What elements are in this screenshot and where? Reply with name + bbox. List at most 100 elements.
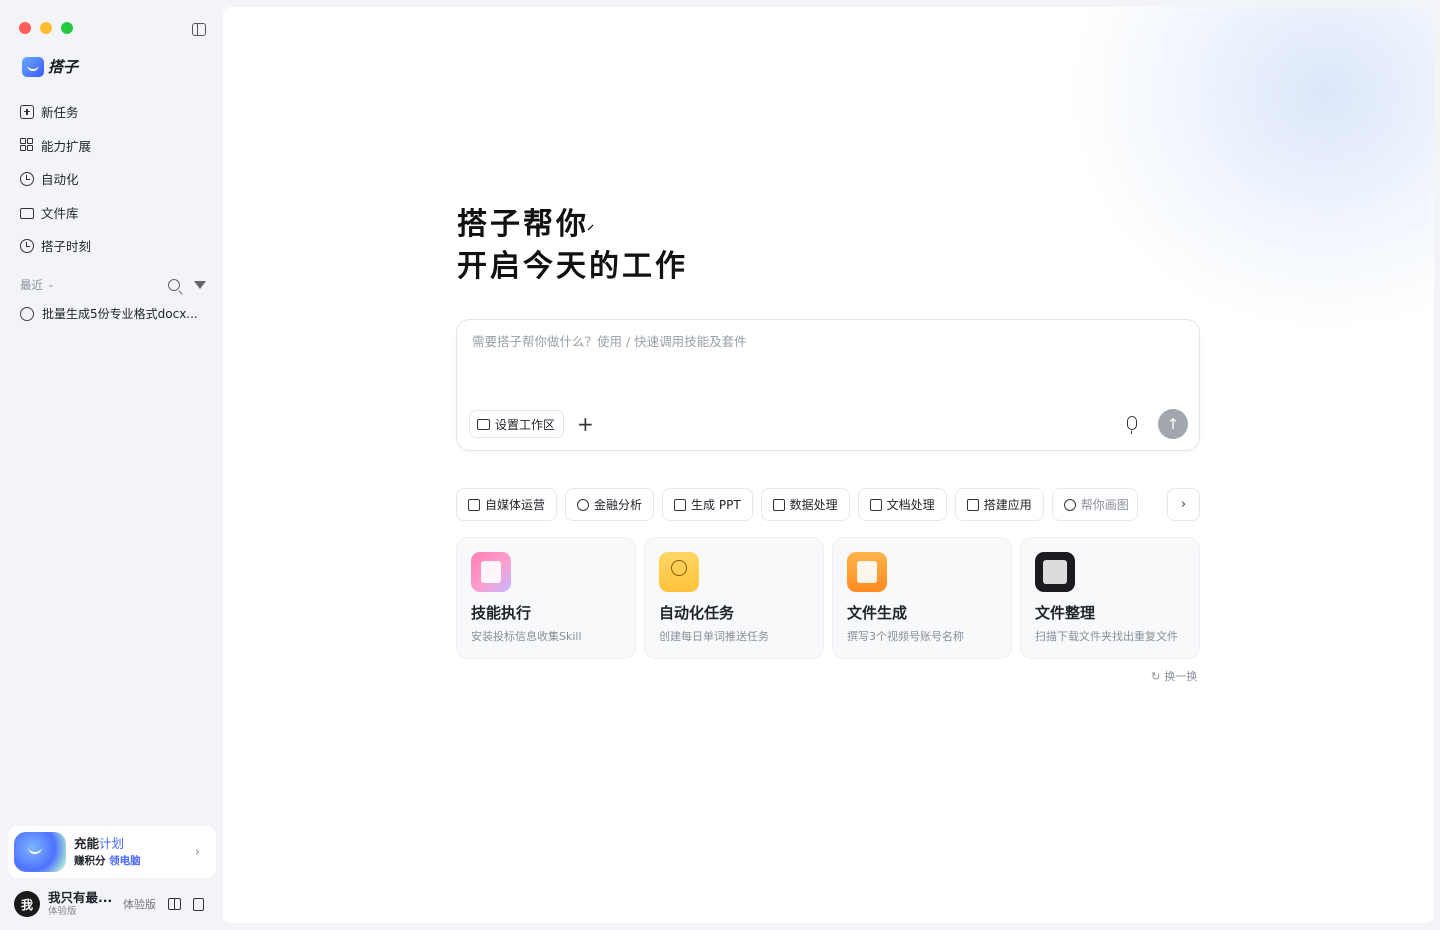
- folder-icon: [20, 207, 34, 219]
- chip-data[interactable]: 数据处理: [760, 488, 850, 521]
- chip-ppt[interactable]: 生成 PPT: [662, 488, 753, 521]
- user-bar: 我 我只有最... 体验版 体验版: [14, 890, 210, 918]
- promo-text: 充能计划 赚积分 领电脑: [74, 835, 141, 870]
- card-skill[interactable]: 技能执行 安装投标信息收集Skill: [456, 537, 636, 659]
- palette-icon: [1063, 498, 1076, 511]
- chip-label: 金融分析: [594, 498, 643, 512]
- sidebar-nav: 新任务 能力扩展 自动化 文件库 搭子时刻: [20, 95, 210, 263]
- send-button[interactable]: ↑: [1158, 409, 1188, 439]
- filter-icon[interactable]: [194, 281, 206, 289]
- chip-label: 文档处理: [886, 498, 935, 512]
- promo-sub-accent: 领电脑: [109, 854, 141, 867]
- refresh-label: 换一换: [1164, 670, 1198, 683]
- chip-app[interactable]: 搭建应用: [954, 488, 1044, 521]
- headline-line-2: 开启今天的工作: [457, 249, 688, 284]
- moments-icon: [20, 238, 34, 253]
- set-workspace-label: 设置工作区: [495, 417, 556, 432]
- skill-icon: [471, 552, 511, 592]
- refresh-suggestions-button[interactable]: ↻ 换一换: [1151, 668, 1197, 684]
- recent-item-label: 批量生成5份专业格式docx...: [42, 307, 198, 321]
- sidebar-item-label: 自动化: [41, 172, 79, 188]
- brand-name: 搭子: [48, 58, 79, 76]
- chip-label: 自媒体运营: [485, 498, 546, 512]
- user-name: 我只有最...: [48, 890, 113, 906]
- automation-clock-icon: [20, 171, 34, 186]
- card-title: 自动化任务: [659, 604, 735, 622]
- card-file-organize[interactable]: 文件整理 扫描下载文件夹找出重复文件: [1020, 537, 1200, 659]
- chip-label: 数据处理: [789, 498, 838, 512]
- sidebar-item-label: 能力扩展: [41, 138, 92, 154]
- card-subtitle: 扫描下载文件夹找出重复文件: [1035, 630, 1178, 643]
- brand-logo: 搭子: [22, 56, 78, 77]
- sidebar: 搭子 新任务 能力扩展 自动化 文件库 搭子时刻 最近 ⌄ 批量生成5份专业格式…: [0, 0, 222, 930]
- chip-draw[interactable]: 帮你画图: [1051, 488, 1138, 521]
- microphone-icon[interactable]: [1127, 416, 1137, 434]
- recent-label[interactable]: 最近: [20, 277, 43, 293]
- ppt-icon: [674, 498, 687, 511]
- sidebar-item-label: 搭子时刻: [41, 239, 92, 255]
- close-window-button[interactable]: [19, 22, 31, 34]
- new-task-icon: [20, 104, 34, 119]
- promo-title: 充能计划: [74, 835, 141, 854]
- gift-icon[interactable]: [168, 898, 181, 910]
- card-subtitle: 撰写3个视频号账号名称: [847, 630, 964, 643]
- chip-label: 搭建应用: [983, 498, 1032, 512]
- prompt-input[interactable]: [472, 334, 1172, 349]
- card-automation[interactable]: 自动化任务 创建每日单词推送任务: [644, 537, 824, 659]
- target-icon: [577, 498, 590, 511]
- background-glow: [1074, 7, 1434, 327]
- prompt-composer: 设置工作区 + ↑: [456, 319, 1200, 451]
- search-icon[interactable]: [168, 279, 180, 291]
- edition-badge[interactable]: 体验版: [123, 896, 156, 912]
- card-title: 文件生成: [847, 604, 908, 622]
- sidebar-toggle-icon[interactable]: [192, 23, 206, 36]
- promo-title-accent: 计划: [99, 835, 125, 851]
- chip-document[interactable]: 文档处理: [857, 488, 947, 521]
- card-title: 技能执行: [471, 604, 532, 622]
- sidebar-item-label: 新任务: [41, 105, 79, 121]
- promo-card[interactable]: 充能计划 赚积分 领电脑 ›: [8, 826, 216, 878]
- extensions-icon: [20, 138, 34, 152]
- set-workspace-button[interactable]: 设置工作区: [469, 410, 565, 438]
- card-subtitle: 安装投标信息收集Skill: [471, 630, 582, 643]
- refresh-icon: ↻: [1151, 669, 1161, 683]
- suggestion-cards: 技能执行 安装投标信息收集Skill 自动化任务 创建每日单词推送任务 文件生成…: [456, 537, 1200, 659]
- minimize-window-button[interactable]: [40, 22, 52, 34]
- zoom-window-button[interactable]: [61, 22, 73, 34]
- file-organize-icon: [1035, 552, 1075, 592]
- avatar[interactable]: 我: [14, 891, 40, 917]
- notebook-icon[interactable]: [193, 897, 204, 911]
- chip-media[interactable]: 自媒体运营: [456, 488, 558, 521]
- file-generate-icon: [847, 552, 887, 592]
- recent-tools: [168, 279, 206, 291]
- chevron-down-icon[interactable]: ⌄: [47, 280, 55, 290]
- sidebar-item-automation[interactable]: 自动化: [20, 162, 210, 196]
- chart-line-icon: [772, 498, 785, 511]
- headline-line-1: 搭子帮你: [457, 207, 589, 242]
- chips-next-button[interactable]: ›: [1167, 488, 1200, 521]
- chevron-right-icon: ›: [1180, 497, 1187, 512]
- chat-icon: [20, 306, 34, 321]
- promo-title-main: 充能: [74, 835, 100, 851]
- document-icon: [869, 498, 882, 511]
- add-attachment-button[interactable]: +: [577, 412, 594, 436]
- video-icon: [468, 498, 480, 511]
- card-subtitle: 创建每日单词推送任务: [659, 630, 769, 643]
- user-info[interactable]: 我只有最... 体验版: [48, 890, 112, 918]
- recent-item[interactable]: 批量生成5份专业格式docx...: [20, 305, 206, 322]
- card-file-generate[interactable]: 文件生成 撰写3个视频号账号名称: [832, 537, 1012, 659]
- app-window-icon: [966, 498, 979, 511]
- sidebar-item-files[interactable]: 文件库: [20, 196, 210, 230]
- chip-finance[interactable]: 金融分析: [565, 488, 655, 521]
- recent-section-header: 最近 ⌄: [20, 277, 206, 293]
- promo-sub-main: 赚积分: [74, 854, 106, 867]
- main-panel: 搭子帮你⸝ 开启今天的工作 设置工作区 + ↑ 自媒体运营 金融分析 生成 PP…: [223, 7, 1434, 923]
- sidebar-item-extensions[interactable]: 能力扩展: [20, 129, 210, 163]
- promo-subtitle: 赚积分 领电脑: [74, 854, 141, 870]
- folder-icon: [477, 418, 490, 430]
- chip-label: 生成 PPT: [691, 498, 741, 512]
- sidebar-item-new-task[interactable]: 新任务: [20, 95, 210, 129]
- page-title: 搭子帮你⸝ 开启今天的工作: [457, 204, 688, 288]
- chip-label: 帮你画图: [1080, 498, 1129, 512]
- sidebar-item-moments[interactable]: 搭子时刻: [20, 229, 210, 263]
